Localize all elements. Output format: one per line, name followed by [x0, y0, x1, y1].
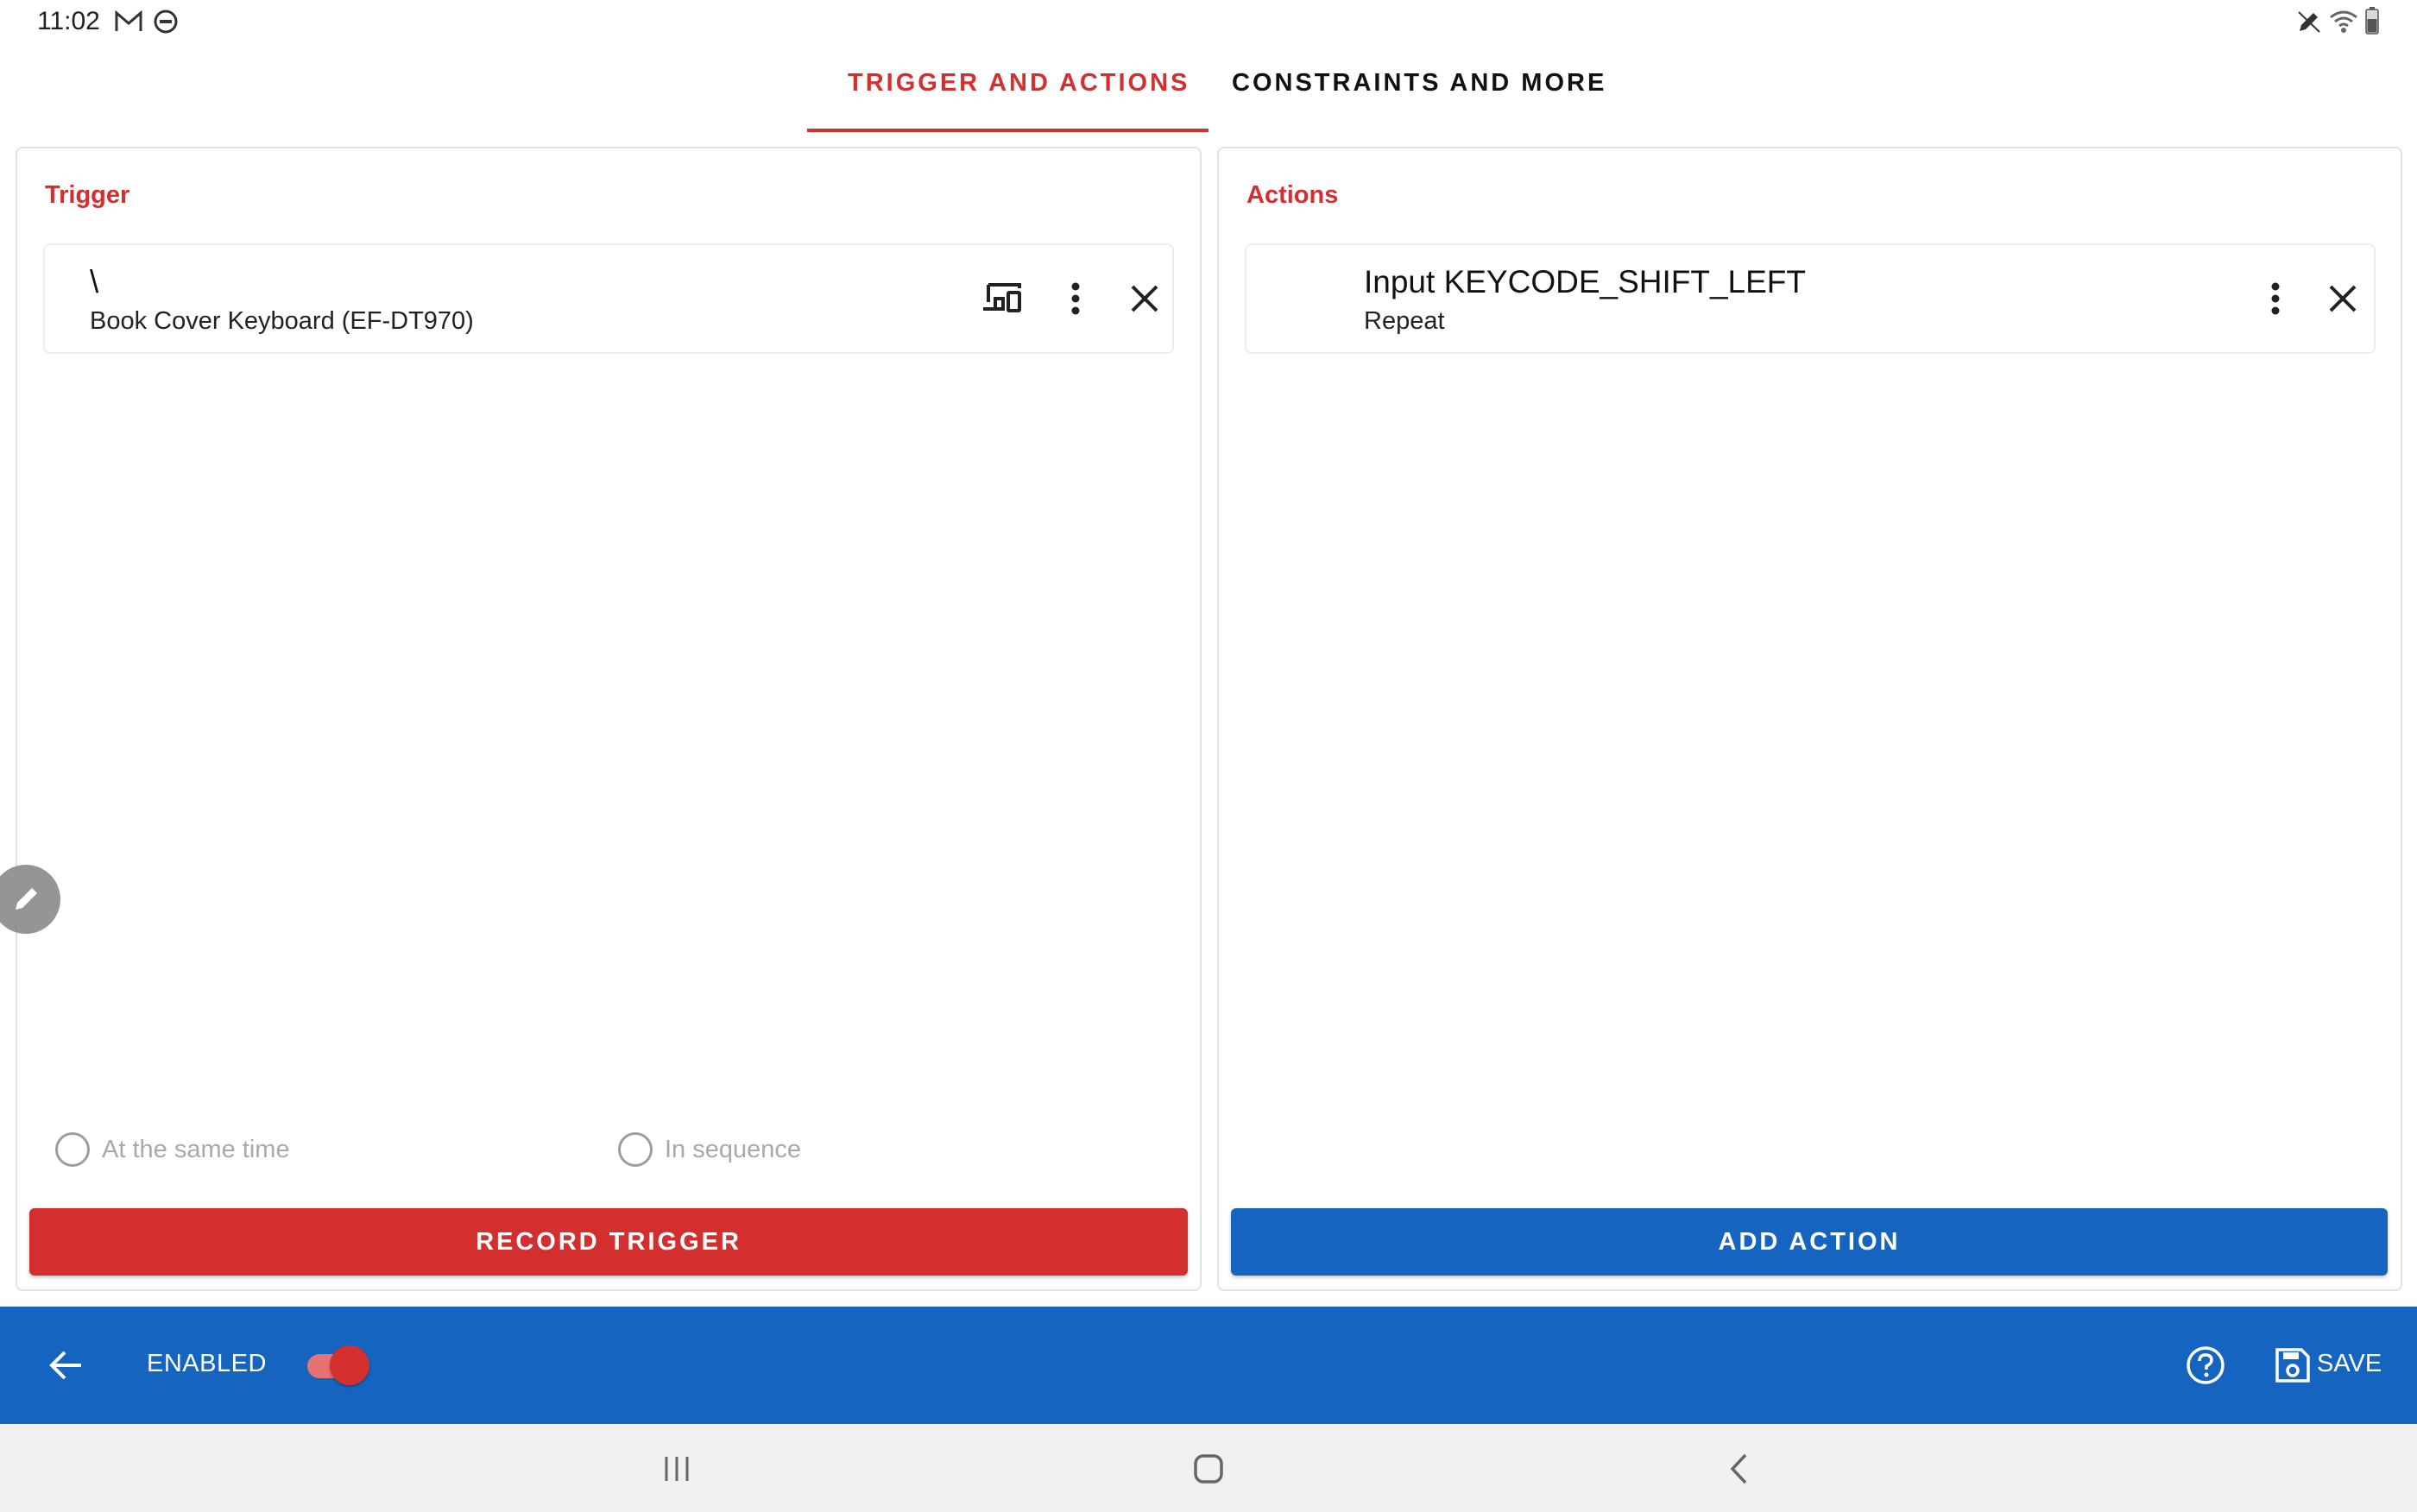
- wifi-icon: [2329, 9, 2358, 35]
- tab-trigger-and-actions[interactable]: TRIGGER AND ACTIONS: [848, 69, 1190, 107]
- trigger-title: Trigger: [45, 181, 130, 209]
- bottom-app-bar: ENABLED SAVE: [0, 1307, 2417, 1424]
- trigger-item-card[interactable]: \ Book Cover Keyboard (EF-DT970): [43, 243, 1174, 354]
- trigger-key-label: \: [90, 264, 99, 299]
- close-icon[interactable]: [2315, 271, 2370, 326]
- radio-label: At the same time: [102, 1135, 290, 1163]
- radio-in-sequence[interactable]: In sequence: [618, 1132, 801, 1167]
- action-title: Input KEYCODE_SHIFT_LEFT: [1364, 264, 1807, 299]
- radio-button[interactable]: [618, 1132, 653, 1167]
- back-arrow-icon[interactable]: [38, 1338, 93, 1393]
- trigger-device-label: Book Cover Keyboard (EF-DT970): [90, 307, 474, 335]
- device-choice-icon[interactable]: [974, 271, 1029, 326]
- tab-indicator: [807, 129, 1208, 132]
- enabled-switch[interactable]: [307, 1344, 369, 1387]
- screen: 11:02 TRIGGER AND ACTIONS CONSTRAINTS AN…: [0, 0, 2417, 1512]
- radio-button[interactable]: [55, 1132, 90, 1167]
- pen-icon: [2296, 9, 2322, 35]
- save-icon[interactable]: [2265, 1338, 2320, 1393]
- battery-icon: [2365, 7, 2379, 35]
- radio-at-same-time[interactable]: At the same time: [55, 1132, 290, 1167]
- close-icon[interactable]: [1117, 271, 1172, 326]
- system-nav-bar: [0, 1424, 2417, 1512]
- more-vert-icon[interactable]: [2248, 271, 2303, 326]
- add-action-button[interactable]: ADD ACTION: [1231, 1208, 2388, 1276]
- actions-title: Actions: [1246, 181, 1339, 209]
- save-label[interactable]: SAVE: [2317, 1350, 2382, 1378]
- tab-constraints-and-more[interactable]: CONSTRAINTS AND MORE: [1232, 69, 1606, 107]
- more-vert-icon[interactable]: [1048, 271, 1103, 326]
- switch-thumb: [330, 1345, 369, 1385]
- trigger-panel: Trigger \ Book Cover Keyboard (EF-DT970): [16, 147, 1202, 1291]
- gmail-icon: [115, 10, 142, 33]
- action-subtitle: Repeat: [1364, 307, 1445, 335]
- record-trigger-button[interactable]: RECORD TRIGGER: [29, 1208, 1188, 1276]
- action-item-card[interactable]: Input KEYCODE_SHIFT_LEFT Repeat: [1245, 243, 2376, 354]
- radio-label: In sequence: [665, 1135, 802, 1163]
- status-bar: 11:02: [0, 0, 2417, 47]
- status-time: 11:02: [37, 7, 100, 35]
- recents-icon[interactable]: [649, 1441, 704, 1496]
- help-icon[interactable]: [2178, 1338, 2233, 1393]
- nav-back-icon[interactable]: [1711, 1441, 1766, 1496]
- do-not-disturb-icon: [153, 9, 179, 35]
- actions-panel: Actions Input KEYCODE_SHIFT_LEFT Repeat …: [1217, 147, 2402, 1291]
- home-icon[interactable]: [1181, 1441, 1236, 1496]
- enabled-label: ENABLED: [147, 1350, 267, 1377]
